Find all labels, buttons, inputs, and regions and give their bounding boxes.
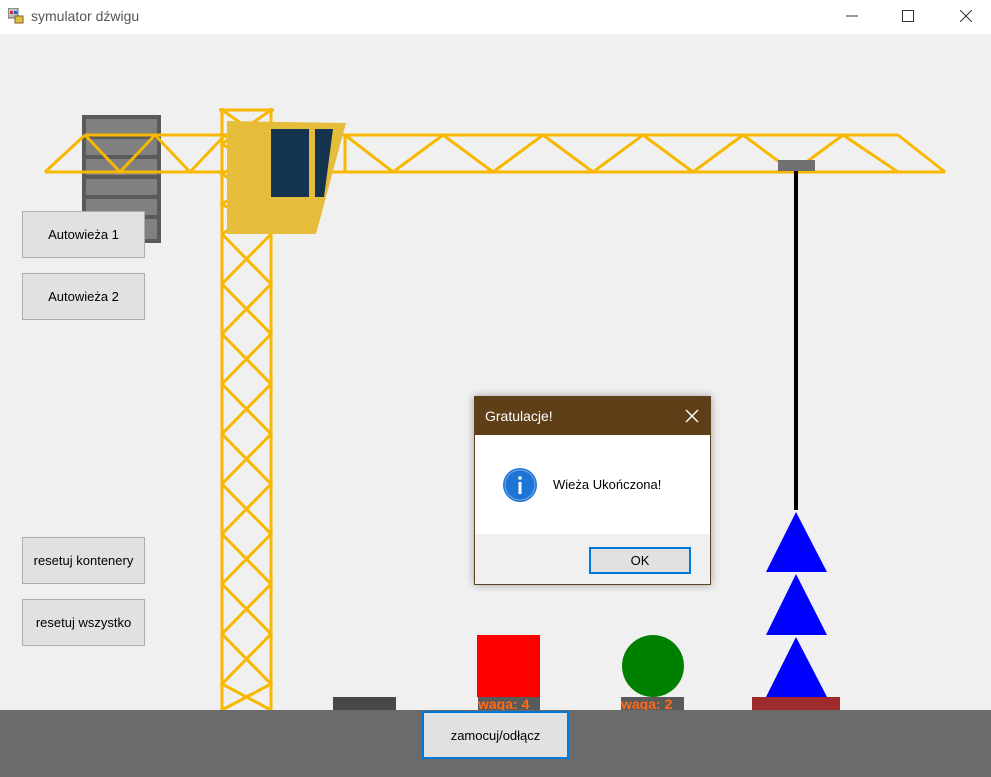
minimize-button[interactable] (829, 0, 875, 32)
close-icon[interactable] (684, 408, 700, 424)
weight-label-circle: waga: 2 (621, 697, 684, 711)
attach-detach-button[interactable]: zamocuj/odłącz (422, 711, 569, 759)
app-icon (8, 8, 24, 24)
ok-button[interactable]: OK (589, 547, 691, 574)
close-icon (960, 10, 972, 22)
stack-triangle[interactable] (766, 637, 827, 697)
container-square-red[interactable] (477, 635, 540, 697)
tower-stack (752, 512, 840, 710)
dialog-title-bar: Gratulacje! (475, 397, 710, 435)
dialog-message: Wieża Ukończona! (553, 477, 662, 492)
message-dialog: Gratulacje! Wieża Ukończona! OK (474, 396, 711, 585)
maximize-icon (902, 10, 914, 22)
reset-all-button[interactable]: resetuj wszystko (22, 599, 145, 646)
container-circle-green[interactable] (622, 635, 684, 697)
title-bar: symulator dźwigu (0, 0, 991, 34)
minimize-icon (846, 15, 858, 17)
reset-containers-button[interactable]: resetuj kontenery (22, 537, 145, 584)
dialog-body: Wieża Ukończona! (475, 435, 710, 534)
autotower-2-button[interactable]: Autowieża 2 (22, 273, 145, 320)
info-icon (503, 468, 537, 502)
dialog-title: Gratulacje! (485, 408, 553, 424)
ground-block (333, 697, 396, 710)
weight-label-square: waga: 4 (478, 697, 540, 711)
app-window: symulator dźwigu waga: 4 waga: 2 Autowie… (0, 0, 991, 777)
stack-triangle[interactable] (766, 512, 827, 572)
window-title: symulator dźwigu (31, 8, 140, 24)
autotower-1-button[interactable]: Autowieża 1 (22, 211, 145, 258)
crane-cabin (227, 121, 346, 234)
close-button[interactable] (943, 0, 989, 32)
maximize-button[interactable] (885, 0, 931, 32)
stack-base (752, 697, 840, 710)
crane-trolley (778, 160, 815, 510)
dialog-footer: OK (475, 534, 710, 584)
stack-triangle[interactable] (766, 574, 827, 635)
